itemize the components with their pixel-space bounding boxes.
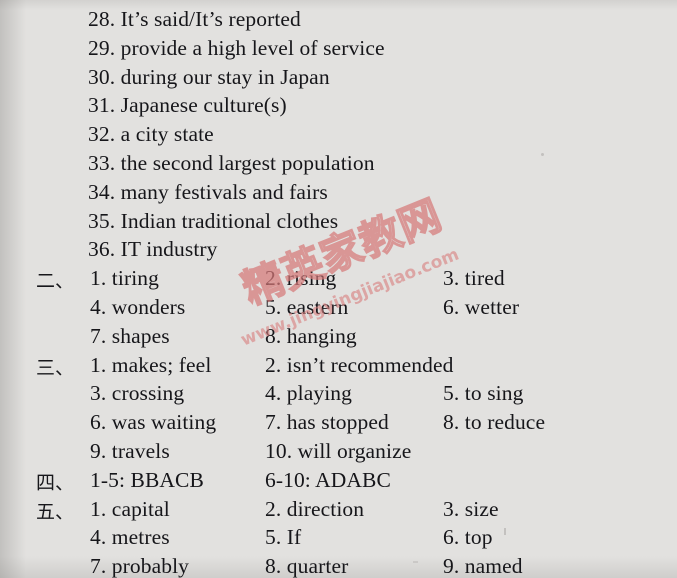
answer-cell: 6. top (443, 525, 493, 550)
answer-cell: 4. metres (90, 525, 170, 550)
answer-cell: 7. probably (90, 554, 190, 578)
answer-cell: 6. was waiting (90, 410, 217, 435)
answer-cell: 2. direction (265, 496, 365, 521)
answer-cell: 2. isn’t recommended (265, 352, 454, 377)
answer-cell: 6-10: ADABC (265, 467, 391, 492)
answer-text: provide a high level of service (120, 35, 385, 60)
answer-cell: 1. makes; feel (90, 352, 212, 377)
answer-section-row: 四、 1-5: BBACB 6-10: ADABC (0, 468, 677, 497)
answer-cell: 9. named (443, 554, 523, 578)
answer-cell: 5. eastern (265, 295, 349, 319)
answer-number: 30. (88, 64, 116, 89)
answer-section-row: 二、 1. tiring 2. rising 3. tired (0, 266, 677, 295)
answer-cell: 1-5: BBACB (90, 467, 204, 492)
answer-line: 33. the second largest population (88, 151, 375, 176)
section-label: 四、 (36, 471, 75, 494)
answer-number: 32. (88, 122, 116, 147)
section-label: 三、 (36, 356, 75, 379)
answer-section-row: 7. shapes 8. hanging (0, 324, 677, 353)
answer-cell: 6. wetter (443, 295, 520, 319)
answer-line: 36. IT industry (88, 237, 218, 262)
answer-number: 28. (88, 7, 116, 31)
answer-text: IT industry (120, 237, 218, 262)
section-label: 五、 (36, 500, 75, 523)
answer-line: 35. Indian traditional clothes (88, 209, 338, 234)
answer-cell: 8. to reduce (443, 410, 546, 435)
answer-cell: 9. travels (90, 439, 170, 463)
answer-cell: 5. to sing (443, 381, 524, 406)
answer-cell: 3. size (443, 496, 499, 521)
answer-cell: 10. will organize (265, 439, 412, 463)
answer-cell: 2. rising (265, 266, 337, 291)
answer-section-row: 4. wonders 5. eastern 6. wetter (0, 295, 677, 324)
answer-number: 31. (88, 93, 116, 118)
section-label: 二、 (36, 270, 75, 293)
answer-text: during our stay in Japan (120, 64, 330, 89)
answer-line: 29. provide a high level of service (88, 36, 385, 61)
answer-section-row: 9. travels 10. will organize (0, 439, 677, 468)
answer-text: many festivals and fairs (120, 179, 328, 204)
scanned-answer-key-page: 精英家教网 www.jingyingjiajiao.com 28. It’s s… (0, 0, 677, 578)
answer-cell: 4. playing (265, 381, 352, 406)
answer-text: It’s said/It’s reported (120, 7, 301, 31)
answer-cell: 8. quarter (265, 554, 349, 578)
answer-number: 35. (88, 208, 116, 233)
answer-text: a city state (120, 122, 214, 147)
answer-section-row: 4. metres 5. If 6. top (0, 525, 677, 554)
answer-line: 32. a city state (88, 122, 214, 147)
answer-cell: 7. shapes (90, 323, 170, 348)
answer-number: 36. (88, 237, 116, 262)
answer-cell: 1. tiring (90, 266, 159, 291)
answer-text: the second largest population (120, 151, 375, 175)
answer-text: Japanese culture(s) (120, 93, 287, 118)
answer-cell: 1. capital (90, 496, 170, 521)
answer-cell: 4. wonders (90, 295, 186, 319)
answer-section-row: 三、 1. makes; feel 2. isn’t recommended (0, 353, 677, 382)
answer-key-content: 28. It’s said/It’s reported 29. provide a… (0, 0, 677, 578)
answer-number: 34. (88, 179, 116, 204)
answer-cell: 8. hanging (265, 323, 357, 348)
answer-cell: 5. If (265, 525, 302, 550)
answer-section-row: 3. crossing 4. playing 5. to sing (0, 381, 677, 410)
answer-line: 31. Japanese culture(s) (88, 93, 287, 118)
answer-section-row: 五、 1. capital 2. direction 3. size (0, 497, 677, 526)
answer-cell: 3. tired (443, 266, 505, 291)
answer-line: 30. during our stay in Japan (88, 65, 330, 90)
answer-cell: 3. crossing (90, 381, 185, 406)
answer-text: Indian traditional clothes (120, 208, 339, 233)
answer-section-row: 7. probably 8. quarter 9. named (0, 554, 677, 578)
answer-line: 34. many festivals and fairs (88, 180, 328, 205)
answer-number: 29. (88, 35, 116, 60)
answer-line: 28. It’s said/It’s reported (88, 7, 301, 32)
answer-section-row: 6. was waiting 7. has stopped 8. to reduce (0, 410, 677, 439)
answer-cell: 7. has stopped (265, 410, 389, 435)
answer-number: 33. (88, 151, 116, 175)
